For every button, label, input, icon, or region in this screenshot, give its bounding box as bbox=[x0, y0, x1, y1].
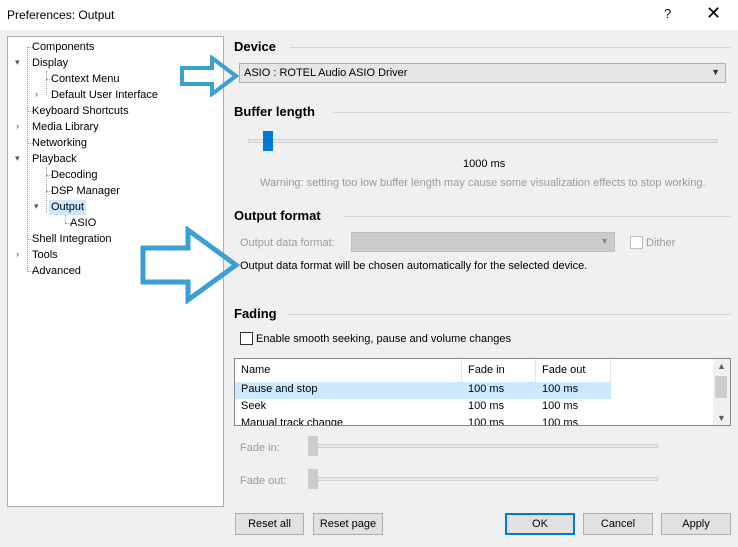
tree-item-context-menu[interactable]: Context Menu bbox=[51, 72, 119, 87]
window-title: Preferences: Output bbox=[7, 8, 115, 22]
tree-item-default-user-interface[interactable]: Default User Interface bbox=[51, 88, 158, 103]
column-header-fade-in[interactable]: Fade in bbox=[462, 359, 536, 382]
output-data-format-label: Output data format: bbox=[240, 237, 335, 249]
tree-item-keyboard-shortcuts[interactable]: Keyboard Shortcuts bbox=[32, 104, 129, 119]
row-fade-out: 100 ms bbox=[542, 417, 579, 426]
tree-guide-line bbox=[65, 215, 66, 223]
chevron-down-icon: ▼ bbox=[600, 236, 609, 246]
buffer-length-warning: Warning: setting too low buffer length m… bbox=[260, 177, 706, 189]
tree-guide-line bbox=[46, 71, 47, 95]
apply-button[interactable]: Apply bbox=[661, 513, 731, 535]
cancel-button[interactable]: Cancel bbox=[583, 513, 653, 535]
reset-page-button[interactable]: Reset page bbox=[313, 513, 383, 535]
column-header-name[interactable]: Name bbox=[235, 359, 462, 382]
chevron-down-icon: ▼ bbox=[711, 67, 720, 77]
dither-label: Dither bbox=[646, 237, 676, 249]
ok-button[interactable]: OK bbox=[505, 513, 575, 535]
tree-item-decoding[interactable]: Decoding bbox=[51, 168, 97, 183]
help-icon[interactable]: ? bbox=[664, 6, 671, 21]
tree-item-components[interactable]: Components bbox=[32, 40, 94, 55]
smooth-seeking-checkbox[interactable] bbox=[240, 332, 253, 345]
tree-item-dsp-manager[interactable]: DSP Manager bbox=[51, 184, 120, 199]
fade-in-track[interactable] bbox=[310, 444, 658, 448]
row-name: Pause and stop bbox=[241, 383, 318, 395]
collapse-chevron-icon[interactable]: ▾ bbox=[15, 151, 20, 166]
fading-heading: Fading bbox=[234, 306, 277, 321]
tree-guide-line bbox=[46, 167, 47, 213]
output-data-format-select[interactable]: ▼ bbox=[351, 232, 615, 252]
device-select-value: ASIO : ROTEL Audio ASIO Driver bbox=[244, 67, 408, 79]
table-row[interactable]: Pause and stop 100 ms 100 ms bbox=[235, 382, 611, 399]
fade-out-slider-thumb[interactable] bbox=[308, 469, 318, 489]
reset-all-button[interactable]: Reset all bbox=[235, 513, 304, 535]
section-divider bbox=[288, 314, 731, 315]
close-icon[interactable]: ✕ bbox=[706, 3, 721, 23]
expand-chevron-icon[interactable]: › bbox=[16, 119, 19, 134]
collapse-chevron-icon[interactable]: ▾ bbox=[15, 55, 20, 70]
smooth-seeking-label: Enable smooth seeking, pause and volume … bbox=[256, 333, 512, 345]
tree-item-asio[interactable]: ASIO bbox=[70, 216, 96, 231]
output-format-heading: Output format bbox=[234, 208, 321, 223]
tree-item-display[interactable]: Display bbox=[32, 56, 68, 71]
output-format-auto-note: Output data format will be chosen automa… bbox=[240, 260, 588, 272]
collapse-chevron-icon[interactable]: ▾ bbox=[34, 199, 39, 214]
row-fade-in: 100 ms bbox=[468, 417, 505, 426]
device-select[interactable]: ASIO : ROTEL Audio ASIO Driver ▼ bbox=[239, 63, 726, 83]
tree-item-output[interactable]: Output bbox=[49, 200, 87, 215]
fade-out-label: Fade out: bbox=[240, 475, 287, 487]
scroll-down-icon[interactable]: ▼ bbox=[717, 413, 726, 423]
scroll-up-icon[interactable]: ▲ bbox=[717, 361, 726, 371]
buffer-length-track[interactable] bbox=[248, 139, 718, 143]
section-divider bbox=[333, 112, 731, 113]
fading-table[interactable]: Name Fade in Fade out Pause and stop 100… bbox=[234, 358, 731, 426]
buffer-length-value: 1000 ms bbox=[463, 158, 506, 170]
annotation-arrow-icon bbox=[180, 55, 240, 97]
tree-item-networking[interactable]: Networking bbox=[32, 136, 87, 151]
row-fade-in: 100 ms bbox=[468, 383, 505, 395]
column-header-fade-out[interactable]: Fade out bbox=[536, 359, 611, 382]
tree-item-media-library[interactable]: Media Library bbox=[32, 120, 99, 135]
dither-checkbox[interactable] bbox=[630, 236, 643, 249]
fade-in-label: Fade in: bbox=[240, 442, 280, 454]
row-fade-out: 100 ms bbox=[542, 383, 579, 395]
section-divider bbox=[343, 216, 731, 217]
tree-item-advanced[interactable]: Advanced bbox=[32, 264, 81, 279]
scrollbar-thumb[interactable] bbox=[715, 376, 727, 398]
table-row[interactable]: Manual track change 100 ms 100 ms bbox=[235, 416, 611, 426]
buffer-length-heading: Buffer length bbox=[234, 104, 315, 119]
tree-item-playback[interactable]: Playback bbox=[32, 152, 77, 167]
fade-in-slider-thumb[interactable] bbox=[308, 436, 318, 456]
tree-item-shell-integration[interactable]: Shell Integration bbox=[32, 232, 112, 247]
device-heading: Device bbox=[234, 39, 276, 54]
table-row[interactable]: Seek 100 ms 100 ms bbox=[235, 399, 611, 416]
expand-chevron-icon[interactable]: › bbox=[35, 87, 38, 102]
annotation-arrow-icon bbox=[140, 226, 240, 304]
buffer-length-slider-thumb[interactable] bbox=[263, 131, 273, 151]
fade-out-track[interactable] bbox=[310, 477, 658, 481]
row-fade-out: 100 ms bbox=[542, 400, 579, 412]
row-name: Seek bbox=[241, 400, 267, 412]
tree-item-tools[interactable]: Tools bbox=[32, 248, 58, 263]
row-fade-in: 100 ms bbox=[468, 400, 505, 412]
title-bar: Preferences: Output ? ✕ bbox=[0, 0, 738, 30]
row-name: Manual track change bbox=[241, 417, 344, 426]
table-scrollbar[interactable]: ▲ ▼ bbox=[713, 359, 730, 425]
section-divider bbox=[290, 47, 731, 48]
expand-chevron-icon[interactable]: › bbox=[16, 247, 19, 262]
